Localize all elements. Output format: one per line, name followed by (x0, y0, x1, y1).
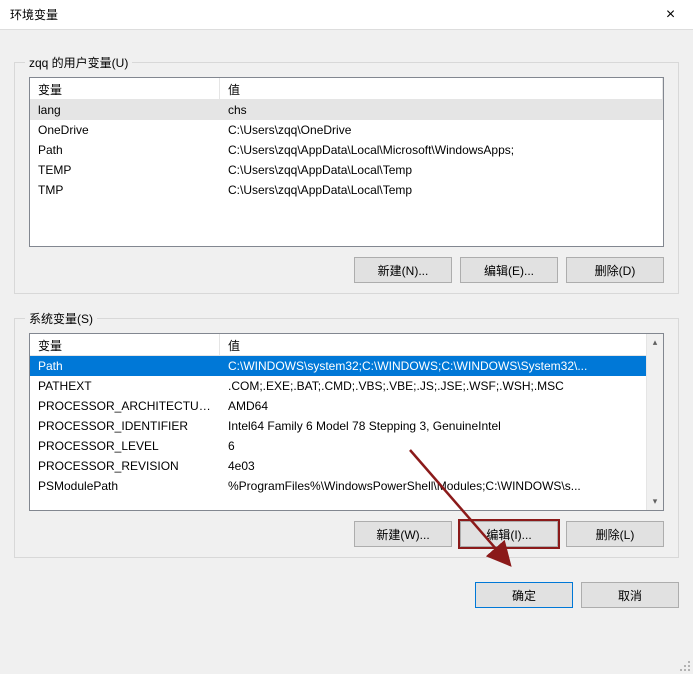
table-row[interactable]: TEMPC:\Users\zqq\AppData\Local\Temp (30, 160, 663, 180)
system-vars-header: 变量 值 (30, 334, 663, 356)
cell-value: 4e03 (220, 457, 646, 475)
user-vars-label: zqq 的用户变量(U) (25, 54, 132, 71)
table-row[interactable]: PROCESSOR_LEVEL6 (30, 436, 646, 456)
col-value[interactable]: 值 (220, 78, 663, 99)
cell-variable: PROCESSOR_IDENTIFIER (30, 417, 220, 435)
user-new-button[interactable]: 新建(N)... (354, 257, 452, 283)
user-vars-table[interactable]: 变量 值 langchsOneDriveC:\Users\zqq\OneDriv… (29, 77, 664, 247)
cell-variable: PROCESSOR_ARCHITECTURE (30, 397, 220, 415)
scroll-up-icon[interactable]: ▴ (647, 334, 664, 351)
cell-variable: Path (30, 357, 220, 375)
window-title: 环境变量 (10, 6, 648, 23)
cell-value: C:\WINDOWS\system32;C:\WINDOWS;C:\WINDOW… (220, 357, 646, 375)
cell-value: C:\Users\zqq\AppData\Local\Temp (220, 161, 663, 179)
ok-button[interactable]: 确定 (475, 582, 573, 608)
cell-variable: OneDrive (30, 121, 220, 139)
col-variable[interactable]: 变量 (30, 334, 220, 355)
system-new-button[interactable]: 新建(W)... (354, 521, 452, 547)
cell-value: Intel64 Family 6 Model 78 Stepping 3, Ge… (220, 417, 646, 435)
dialog-footer: 确定 取消 (0, 570, 693, 618)
resize-grip-icon[interactable] (677, 658, 691, 672)
table-row[interactable]: PROCESSOR_REVISION4e03 (30, 456, 646, 476)
table-row[interactable]: TMPC:\Users\zqq\AppData\Local\Temp (30, 180, 663, 200)
cell-variable: TMP (30, 181, 220, 199)
user-edit-button[interactable]: 编辑(E)... (460, 257, 558, 283)
system-delete-button[interactable]: 删除(L) (566, 521, 664, 547)
table-row[interactable]: PROCESSOR_IDENTIFIERIntel64 Family 6 Mod… (30, 416, 646, 436)
cell-value: chs (220, 101, 663, 119)
system-vars-group: 系统变量(S) 变量 值 PathC:\WINDOWS\system32;C:\… (14, 318, 679, 558)
cell-variable: PSModulePath (30, 477, 220, 495)
cell-variable: lang (30, 101, 220, 119)
cell-value: .COM;.EXE;.BAT;.CMD;.VBS;.VBE;.JS;.JSE;.… (220, 377, 646, 395)
cell-variable: PATHEXT (30, 377, 220, 395)
system-edit-button[interactable]: 编辑(I)... (460, 521, 558, 547)
col-variable[interactable]: 变量 (30, 78, 220, 99)
titlebar: 环境变量 × (0, 0, 693, 30)
cell-value: %ProgramFiles%\WindowsPowerShell\Modules… (220, 477, 646, 495)
col-value[interactable]: 值 (220, 334, 663, 355)
table-row[interactable]: PATHEXT.COM;.EXE;.BAT;.CMD;.VBS;.VBE;.JS… (30, 376, 646, 396)
cell-value: C:\Users\zqq\AppData\Local\Microsoft\Win… (220, 141, 663, 159)
scrollbar[interactable]: ▴ ▾ (646, 334, 663, 510)
cell-variable: PROCESSOR_REVISION (30, 457, 220, 475)
cell-variable: TEMP (30, 161, 220, 179)
cell-variable: PROCESSOR_LEVEL (30, 437, 220, 455)
table-row[interactable]: PathC:\WINDOWS\system32;C:\WINDOWS;C:\WI… (30, 356, 646, 376)
system-vars-label: 系统变量(S) (25, 310, 97, 327)
table-row[interactable]: PathC:\Users\zqq\AppData\Local\Microsoft… (30, 140, 663, 160)
cell-value: AMD64 (220, 397, 646, 415)
system-vars-table[interactable]: 变量 值 PathC:\WINDOWS\system32;C:\WINDOWS;… (29, 333, 664, 511)
user-delete-button[interactable]: 删除(D) (566, 257, 664, 283)
user-vars-group: zqq 的用户变量(U) 变量 值 langchsOneDriveC:\User… (14, 62, 679, 294)
cancel-button[interactable]: 取消 (581, 582, 679, 608)
close-icon[interactable]: × (648, 0, 693, 30)
scroll-down-icon[interactable]: ▾ (647, 493, 664, 510)
cell-value: C:\Users\zqq\AppData\Local\Temp (220, 181, 663, 199)
table-row[interactable]: langchs (30, 100, 663, 120)
user-vars-header: 变量 值 (30, 78, 663, 100)
table-row[interactable]: OneDriveC:\Users\zqq\OneDrive (30, 120, 663, 140)
cell-value: C:\Users\zqq\OneDrive (220, 121, 663, 139)
table-row[interactable]: PSModulePath%ProgramFiles%\WindowsPowerS… (30, 476, 646, 496)
cell-value: 6 (220, 437, 646, 455)
cell-variable: Path (30, 141, 220, 159)
table-row[interactable]: PROCESSOR_ARCHITECTUREAMD64 (30, 396, 646, 416)
